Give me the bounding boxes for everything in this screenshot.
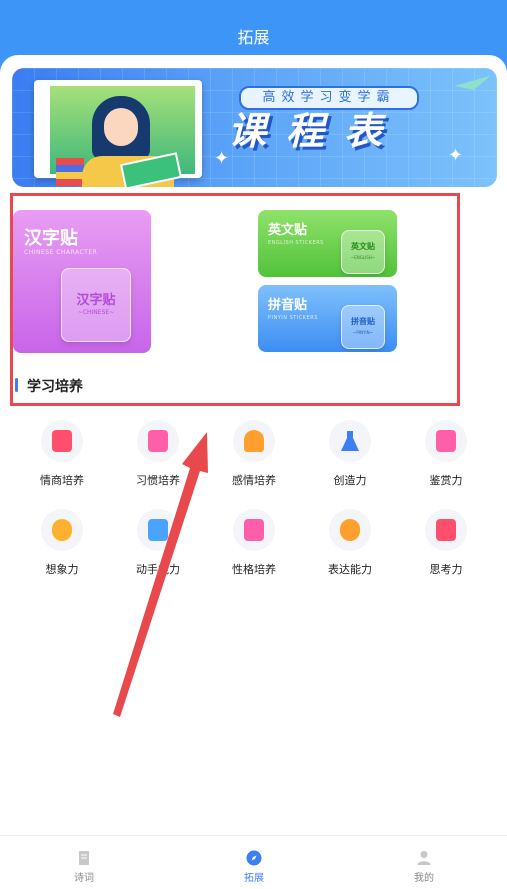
banner-headline: 课程表 (228, 109, 403, 153)
grid-item-emotion[interactable]: 感情培养 (218, 420, 288, 490)
grid-item-appreciation[interactable]: 鉴赏力 (410, 420, 480, 490)
grid-item-label: 习惯培养 (136, 474, 180, 487)
grid-item-hands-on[interactable]: 动手能力 (122, 509, 192, 579)
house-icon (233, 420, 275, 462)
girl-face-illustration (104, 108, 138, 146)
tab-label: 诗词 (74, 873, 94, 884)
banner-tagline: 高效学习变学霸 (239, 86, 419, 110)
book-icon (41, 420, 83, 462)
grid-item-label: 表达能力 (328, 563, 372, 576)
tab-poetry[interactable]: 诗词 (34, 836, 134, 889)
grid-item-label: 想象力 (45, 563, 79, 576)
banner-illustration-frame (34, 80, 202, 187)
grid-item-creativity[interactable]: 创造力 (314, 420, 384, 490)
grid-item-label: 性格培养 (232, 563, 276, 576)
grid-item-expression[interactable]: 表达能力 (314, 509, 384, 579)
grid-item-label: 情商培养 (40, 474, 84, 487)
grid-item-label: 动手能力 (136, 563, 180, 576)
notebook-icon (233, 509, 275, 551)
bottom-tab-bar: 诗词 拓展 我的 (0, 835, 507, 889)
bolt-icon (329, 509, 371, 551)
grid-item-habit[interactable]: 习惯培养 (122, 420, 192, 490)
compass-icon (246, 850, 262, 866)
grid-item-personality[interactable]: 性格培养 (218, 509, 288, 579)
tab-expand[interactable]: 拓展 (204, 836, 304, 889)
grid-item-label: 鉴赏力 (429, 474, 463, 487)
journal-icon (137, 420, 179, 462)
certificate-icon (425, 420, 467, 462)
highlight-box (10, 193, 460, 406)
star-book-icon (137, 509, 179, 551)
page-title: 拓展 (237, 28, 270, 47)
tab-label: 我的 (414, 873, 434, 884)
grid-item-label: 感情培养 (232, 474, 276, 487)
paper-plane-icon (454, 76, 490, 90)
grid-item-imagination[interactable]: 想象力 (26, 509, 96, 579)
grid-item-label: 创造力 (333, 474, 367, 487)
books-illustration (56, 158, 84, 186)
calculator-icon (425, 509, 467, 551)
tab-label: 拓展 (244, 873, 264, 884)
bulb-icon (41, 509, 83, 551)
sparkle-icon: ✦ (214, 148, 230, 169)
sparkle-icon: ✦ (448, 145, 464, 166)
grid-item-emotional-intelligence[interactable]: 情商培养 (26, 420, 96, 490)
grid-item-thinking[interactable]: 思考力 (410, 509, 480, 579)
book-icon (79, 851, 89, 865)
person-icon (417, 851, 431, 865)
flask-icon (329, 420, 371, 462)
tab-profile[interactable]: 我的 (374, 836, 474, 889)
grid-item-label: 思考力 (429, 563, 463, 576)
